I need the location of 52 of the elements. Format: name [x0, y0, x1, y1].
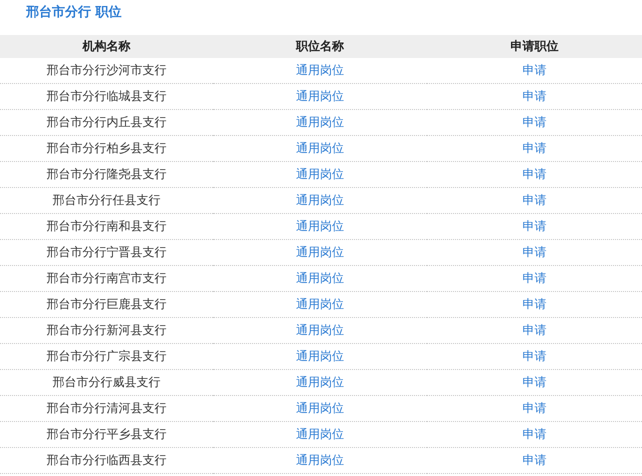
- branch-name: 邢台市分行威县支行: [52, 374, 160, 391]
- position-link[interactable]: 通用岗位: [296, 62, 344, 79]
- apply-link[interactable]: 申请: [522, 348, 546, 365]
- apply-link[interactable]: 申请: [522, 296, 546, 313]
- branch-name: 邢台市分行任县支行: [52, 192, 160, 209]
- branch-name: 邢台市分行南宫市支行: [46, 270, 166, 287]
- position-link[interactable]: 通用岗位: [296, 114, 344, 131]
- branch-name: 邢台市分行清河县支行: [46, 400, 166, 417]
- branch-name: 邢台市分行临城县支行: [46, 88, 166, 105]
- branch-name: 邢台市分行内丘县支行: [46, 114, 166, 131]
- position-link[interactable]: 通用岗位: [296, 400, 344, 417]
- branch-name: 邢台市分行柏乡县支行: [46, 140, 166, 157]
- position-link[interactable]: 通用岗位: [296, 218, 344, 235]
- branch-name: 邢台市分行新河县支行: [46, 322, 166, 339]
- apply-link[interactable]: 申请: [522, 322, 546, 339]
- apply-link[interactable]: 申请: [522, 400, 546, 417]
- position-link[interactable]: 通用岗位: [296, 426, 344, 443]
- apply-link[interactable]: 申请: [522, 270, 546, 287]
- position-link[interactable]: 通用岗位: [296, 296, 344, 313]
- apply-link[interactable]: 申请: [522, 62, 546, 79]
- branch-name: 邢台市分行广宗县支行: [46, 348, 166, 365]
- branch-name: 邢台市分行临西县支行: [46, 452, 166, 469]
- apply-link[interactable]: 申请: [522, 192, 546, 209]
- apply-link[interactable]: 申请: [522, 374, 546, 391]
- apply-link[interactable]: 申请: [522, 218, 546, 235]
- position-link[interactable]: 通用岗位: [296, 374, 344, 391]
- branch-name: 邢台市分行平乡县支行: [46, 426, 166, 443]
- column-header: 机构名称: [0, 35, 213, 58]
- apply-link[interactable]: 申请: [522, 426, 546, 443]
- position-link[interactable]: 通用岗位: [296, 348, 344, 365]
- position-link[interactable]: 通用岗位: [296, 88, 344, 105]
- position-link[interactable]: 通用岗位: [296, 192, 344, 209]
- apply-link[interactable]: 申请: [522, 114, 546, 131]
- position-link[interactable]: 通用岗位: [296, 452, 344, 469]
- branch-name: 邢台市分行南和县支行: [46, 218, 166, 235]
- branch-name: 邢台市分行宁晋县支行: [46, 244, 166, 261]
- apply-link[interactable]: 申请: [522, 244, 546, 261]
- page-title: 邢台市分行 职位: [26, 4, 122, 21]
- position-link[interactable]: 通用岗位: [296, 270, 344, 287]
- branch-name: 邢台市分行沙河市支行: [46, 62, 166, 79]
- apply-link[interactable]: 申请: [522, 88, 546, 105]
- branch-name: 邢台市分行巨鹿县支行: [46, 296, 166, 313]
- apply-link[interactable]: 申请: [522, 166, 546, 183]
- position-link[interactable]: 通用岗位: [296, 322, 344, 339]
- position-link[interactable]: 通用岗位: [296, 244, 344, 261]
- column-header: 申请职位: [427, 35, 642, 58]
- branch-name: 邢台市分行隆尧县支行: [46, 166, 166, 183]
- position-link[interactable]: 通用岗位: [296, 140, 344, 157]
- column-header: 职位名称: [213, 35, 427, 58]
- apply-link[interactable]: 申请: [522, 452, 546, 469]
- apply-link[interactable]: 申请: [522, 140, 546, 157]
- position-link[interactable]: 通用岗位: [296, 166, 344, 183]
